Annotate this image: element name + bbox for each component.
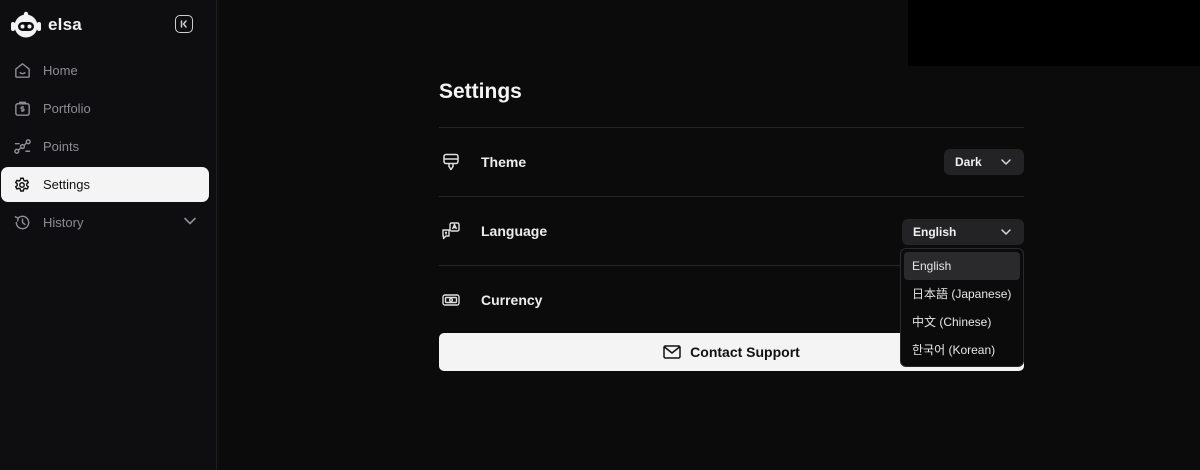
- chevron-down-icon: [1001, 229, 1011, 235]
- currency-label: Currency: [481, 292, 543, 308]
- page-title: Settings: [439, 80, 522, 103]
- theme-label: Theme: [481, 154, 527, 170]
- language-option-english[interactable]: English: [904, 252, 1020, 280]
- sidebar-item-points[interactable]: Points: [1, 129, 209, 164]
- brand-name: elsa: [48, 15, 82, 34]
- brand[interactable]: elsa: [10, 11, 82, 39]
- language-dropdown: English 日本語 (Japanese) 中文 (Chinese) 한국어 …: [900, 248, 1024, 367]
- chevron-down-icon[interactable]: [183, 214, 197, 228]
- elsa-logo-icon: [11, 11, 41, 38]
- theme-value: Dark: [955, 155, 982, 169]
- translate-icon: [440, 220, 462, 242]
- sidebar-item-portfolio[interactable]: Portfolio: [1, 91, 209, 126]
- language-option-chinese[interactable]: 中文 (Chinese): [904, 308, 1020, 336]
- gear-icon: [12, 175, 32, 195]
- contact-support-label: Contact Support: [690, 344, 800, 360]
- language-select[interactable]: English: [902, 219, 1024, 245]
- sidebar-item-home[interactable]: Home: [1, 53, 209, 88]
- sidebar-item-label: History: [43, 215, 84, 230]
- app-window: elsa Home Portfolio Points Settings Hist…: [0, 0, 1200, 470]
- home-icon: [12, 61, 32, 81]
- theme-icon: [440, 151, 462, 173]
- currency-icon: [440, 289, 462, 311]
- sidebar-nav: Home Portfolio Points Settings History: [0, 53, 217, 243]
- header-overlay: [908, 0, 1200, 66]
- language-label: Language: [481, 223, 548, 239]
- sidebar-item-history[interactable]: History: [1, 205, 209, 240]
- sidebar-item-label: Home: [43, 63, 78, 78]
- sidebar-item-label: Settings: [43, 177, 90, 192]
- language-value: English: [913, 225, 957, 239]
- language-option-japanese[interactable]: 日本語 (Japanese): [904, 280, 1020, 308]
- chevron-down-icon: [1001, 159, 1011, 165]
- collapse-sidebar-button[interactable]: [175, 15, 193, 33]
- portfolio-icon: [12, 99, 32, 119]
- sidebar-item-label: Points: [43, 139, 80, 154]
- points-icon: [12, 137, 32, 157]
- sidebar: elsa Home Portfolio Points Settings Hist…: [0, 0, 217, 470]
- language-option-korean[interactable]: 한국어 (Korean): [904, 336, 1020, 364]
- history-icon: [12, 213, 32, 233]
- settings-row-theme: Theme Dark: [439, 127, 1024, 196]
- mail-icon: [663, 345, 681, 359]
- theme-select[interactable]: Dark: [944, 149, 1024, 175]
- sidebar-item-label: Portfolio: [43, 101, 91, 116]
- collapse-icon: [180, 20, 187, 28]
- sidebar-item-settings[interactable]: Settings: [1, 167, 209, 202]
